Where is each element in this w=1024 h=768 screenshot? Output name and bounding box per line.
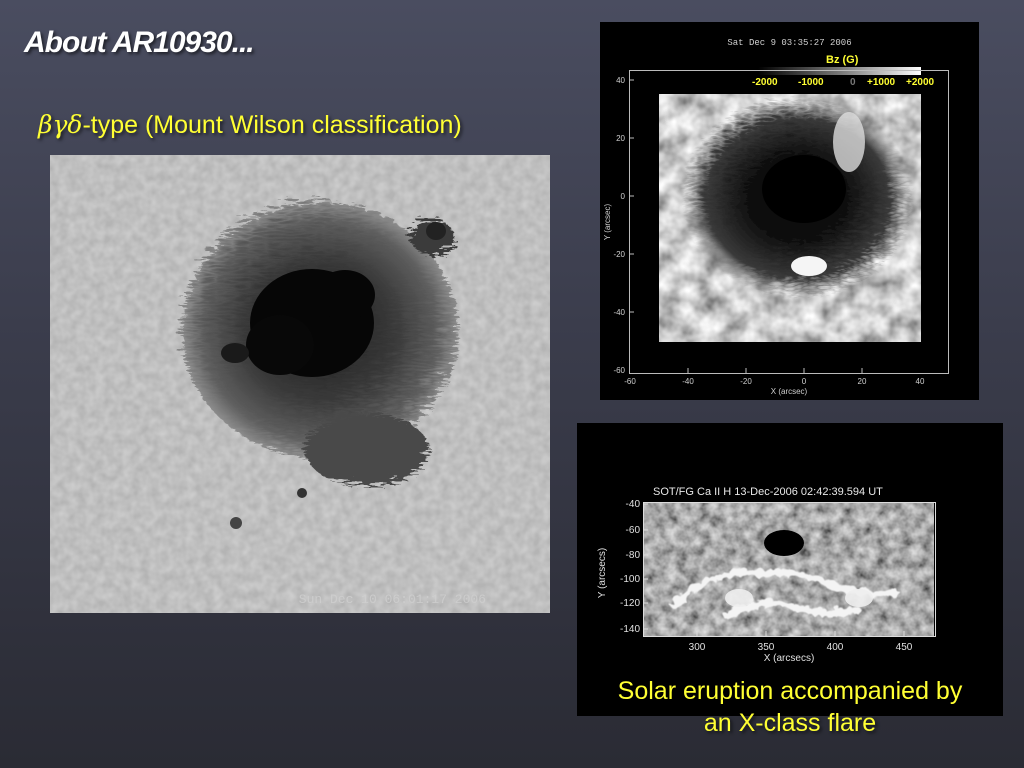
x-axis-label: X (arcsec) [771,387,808,396]
x-tick: 350 [758,642,775,653]
flare-axes: 300 350 400 450 X (arcsecs) -40 -60 -80 … [597,499,936,664]
y-tick: -140 [620,624,640,635]
sunspot-drawing [50,155,550,613]
x-tick: 20 [858,377,867,386]
y-tick: -60 [613,366,625,375]
magnetogram-plot: Sat Dec 9 03:35:27 2006 Bz (G) -2000 -10… [600,22,979,400]
x-tick: 300 [689,642,706,653]
y-tick: 20 [616,134,625,143]
x-tick: 400 [827,642,844,653]
y-tick: 0 [621,192,626,201]
image-timestamp: Sun Dec 10 06:01:17 2006 [298,592,486,607]
x-tick: -60 [624,377,636,386]
flare-plot: SOT/FG Ca II H 13-Dec-2006 02:42:39.594 … [577,423,1003,716]
caption-line: an X-class flare [703,709,877,737]
classification-subtitle: βγδ-type (Mount Wilson classification) [38,110,462,140]
y-tick: -40 [626,499,641,510]
y-tick: 40 [616,76,625,85]
slide-title: About AR10930... [24,26,255,59]
flare-caption: Solar eruption accompanied by an X-class… [577,675,1003,739]
x-tick: 0 [802,377,807,386]
magnetogram-axes: -60 -40 -20 0 20 40 X (arcsec) 40 20 0 -… [603,70,949,396]
greek-letters: βγδ [38,110,83,139]
y-tick: -120 [620,598,640,609]
x-tick: 40 [916,377,925,386]
x-tick: -40 [682,377,694,386]
y-tick: -40 [613,308,625,317]
y-axis-label: Y (arcsecs) [597,548,608,598]
y-tick: -20 [613,250,625,259]
x-axis-label: X (arcsecs) [764,653,815,664]
y-axis-label: Y (arcsec) [603,204,612,241]
x-tick: 450 [896,642,913,653]
classification-text: -type (Mount Wilson classification) [82,111,462,139]
caption-line: Solar eruption accompanied by [617,677,963,705]
x-tick: -20 [740,377,752,386]
y-tick: -60 [626,525,641,536]
y-tick: -80 [626,550,641,561]
y-tick: -100 [620,574,640,585]
sunspot-image: Sun Dec 10 06:01:17 2006 [50,155,550,613]
